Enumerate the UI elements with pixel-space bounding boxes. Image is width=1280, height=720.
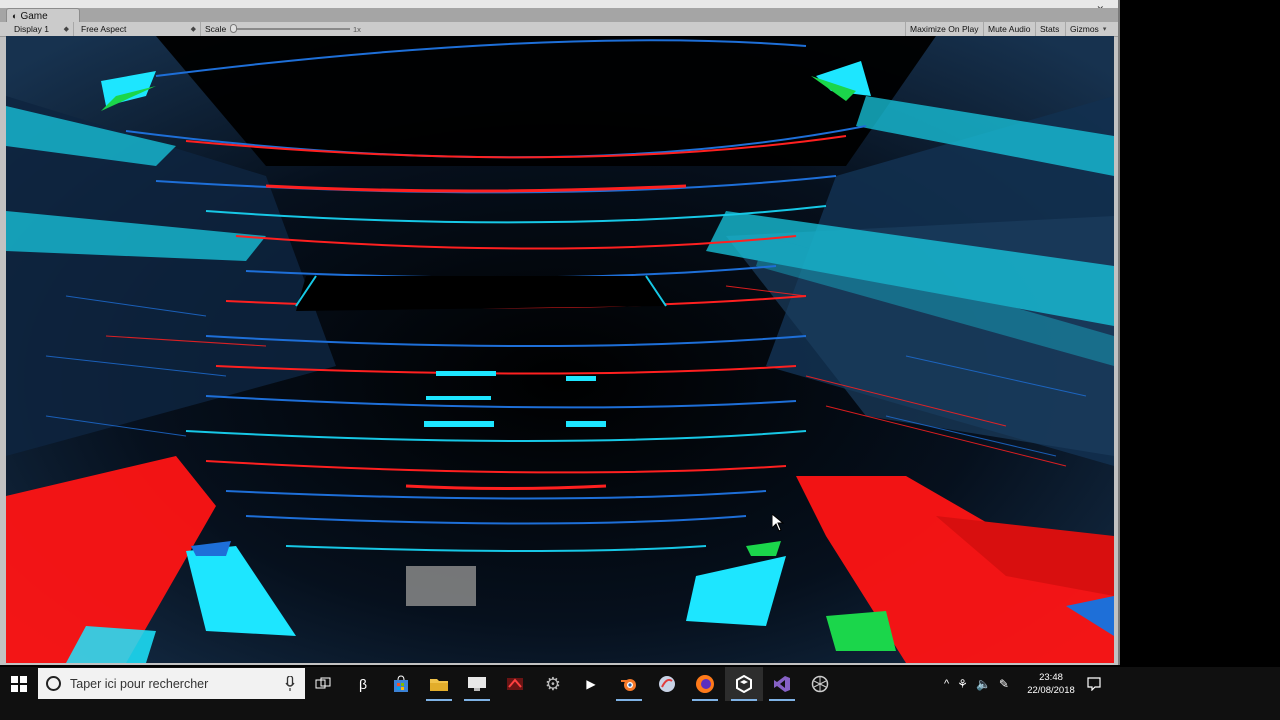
notification-icon bbox=[1087, 677, 1101, 691]
running-indicator bbox=[692, 699, 718, 701]
taskbar-blender[interactable] bbox=[610, 667, 648, 701]
game-render bbox=[6, 36, 1114, 663]
taskbar-media-player[interactable]: ▶ bbox=[572, 667, 610, 701]
running-indicator bbox=[769, 699, 795, 701]
clock-time: 23:48 bbox=[1039, 672, 1063, 683]
red-app-icon bbox=[507, 678, 523, 690]
gizmos-button[interactable]: Gizmos ▾ bbox=[1065, 22, 1110, 36]
visual-studio-icon bbox=[774, 676, 790, 692]
task-view-button[interactable] bbox=[304, 667, 342, 701]
tab-row bbox=[0, 8, 1118, 22]
cortana-icon bbox=[46, 676, 61, 691]
taskbar-display-app[interactable] bbox=[458, 667, 496, 701]
taskbar-unity[interactable] bbox=[725, 667, 763, 701]
running-indicator bbox=[426, 699, 452, 701]
scale-slider-track[interactable] bbox=[232, 28, 350, 30]
game-tab-label: Game bbox=[20, 10, 48, 22]
aspect-dropdown[interactable]: Free Aspect ◆ bbox=[77, 22, 201, 36]
task-view-icon bbox=[315, 677, 331, 689]
store-bag-icon bbox=[394, 675, 408, 692]
gizmos-label: Gizmos bbox=[1070, 24, 1099, 34]
taskbar-search-box[interactable]: Taper ici pour rechercher bbox=[38, 668, 305, 699]
circle-app-icon bbox=[659, 676, 675, 692]
search-placeholder: Taper ici pour rechercher bbox=[70, 676, 209, 691]
action-center-button[interactable] bbox=[1076, 667, 1112, 701]
taskbar-app-red[interactable] bbox=[496, 667, 534, 701]
chevron-down-icon: ▾ bbox=[1102, 26, 1107, 33]
taskbar-store[interactable] bbox=[382, 667, 420, 701]
globe-app-icon bbox=[811, 675, 829, 693]
taskbar-file-explorer[interactable] bbox=[420, 667, 458, 701]
game-viewport[interactable] bbox=[6, 36, 1114, 663]
windows-logo-icon bbox=[11, 676, 27, 692]
chevron-up-icon[interactable]: ^ bbox=[944, 678, 949, 690]
taskbar-app-b[interactable]: β bbox=[344, 667, 382, 701]
taskbar-app-gear[interactable]: ⚙ bbox=[534, 667, 572, 701]
chevron-down-icon: ◆ bbox=[63, 26, 69, 33]
display-dropdown-label: Display 1 bbox=[14, 24, 49, 34]
aspect-dropdown-label: Free Aspect bbox=[81, 24, 127, 34]
pen-icon[interactable]: ✎ bbox=[999, 677, 1009, 691]
gear-app-icon: ⚙ bbox=[544, 673, 562, 694]
system-tray: ^ ⚘ 🔈 ✎ bbox=[944, 667, 1009, 701]
microphone-icon[interactable] bbox=[285, 676, 295, 692]
running-indicator bbox=[464, 699, 490, 701]
scale-label: Scale bbox=[205, 24, 227, 34]
taskbar-visual-studio[interactable] bbox=[763, 667, 801, 701]
display-dropdown[interactable]: Display 1 ◆ bbox=[10, 22, 74, 36]
window-title-strip bbox=[0, 0, 1118, 8]
network-app-icon[interactable]: ⚘ bbox=[957, 677, 968, 691]
chevron-down-icon: ◆ bbox=[190, 26, 196, 33]
maximize-on-play-button[interactable]: Maximize On Play bbox=[905, 22, 983, 36]
game-tab-icon: ◐ bbox=[12, 11, 18, 21]
clock-date: 22/08/2018 bbox=[1027, 685, 1075, 696]
start-button[interactable] bbox=[0, 667, 38, 701]
unity-game-window: ▫ ✕ ◐ Game Display 1 ◆ Free Aspect ◆ Sca… bbox=[0, 0, 1120, 665]
mute-audio-button[interactable]: Mute Audio bbox=[983, 22, 1035, 36]
taskbar-clock[interactable]: 23:48 22/08/2018 bbox=[1024, 671, 1078, 697]
windows-taskbar: Taper ici pour rechercher β ⚙ ▶ ^ ⚘ 🔈 ✎ … bbox=[0, 667, 1280, 720]
taskbar-app-web[interactable] bbox=[801, 667, 839, 701]
game-toolbar: Display 1 ◆ Free Aspect ◆ Scale 1x Maxim… bbox=[0, 22, 1118, 37]
scale-value: 1x bbox=[353, 24, 361, 34]
stats-button[interactable]: Stats bbox=[1035, 22, 1063, 36]
running-indicator bbox=[616, 699, 642, 701]
taskbar-firefox[interactable] bbox=[686, 667, 724, 701]
mouse-cursor-icon bbox=[772, 514, 784, 532]
running-indicator bbox=[731, 699, 757, 701]
play-icon: ▶ bbox=[586, 677, 596, 691]
monitor-icon bbox=[468, 677, 486, 691]
tab-game[interactable]: ◐ Game bbox=[6, 8, 80, 23]
volume-icon[interactable]: 🔈 bbox=[976, 677, 991, 691]
folder-icon bbox=[430, 679, 448, 691]
firefox-icon bbox=[696, 675, 714, 693]
taskbar-app-circle[interactable] bbox=[648, 667, 686, 701]
app-b-icon: β bbox=[358, 676, 368, 692]
scale-slider-thumb[interactable] bbox=[230, 24, 237, 33]
blender-icon bbox=[621, 679, 636, 691]
unity-icon bbox=[736, 675, 752, 693]
